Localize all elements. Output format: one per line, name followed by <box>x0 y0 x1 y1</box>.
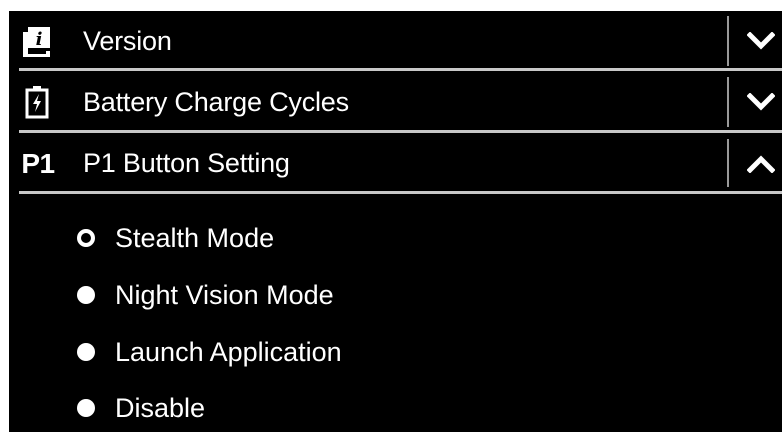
version-info-icon: i <box>19 23 55 59</box>
option-label: Stealth Mode <box>115 222 275 253</box>
battery-charge-icon <box>19 84 55 120</box>
radio-unselected[interactable] <box>77 343 95 361</box>
option-label: Disable <box>115 392 206 423</box>
section-version-label: Version <box>83 25 172 56</box>
radio-unselected[interactable] <box>77 399 95 417</box>
option-label: Night Vision Mode <box>115 279 334 310</box>
p1-badge-icon: P1 <box>21 147 55 179</box>
radio-selected[interactable] <box>77 229 95 247</box>
divider <box>727 16 729 66</box>
svg-text:i: i <box>36 29 43 50</box>
chevron-down-icon[interactable] <box>746 87 776 117</box>
option-label: Launch Application <box>115 336 342 367</box>
chevron-up-icon[interactable] <box>746 149 776 179</box>
section-p1-label: P1 Button Setting <box>83 148 290 178</box>
settings-panel: i Version Battery Charge Cycles P1 P1 Bu… <box>9 11 782 432</box>
divider <box>727 77 729 127</box>
chevron-down-icon[interactable] <box>746 26 776 56</box>
section-battery-label: Battery Charge Cycles <box>83 86 349 117</box>
section-p1-button-setting[interactable]: P1 P1 Button Setting <box>9 133 782 194</box>
divider <box>727 139 729 187</box>
radio-unselected[interactable] <box>77 286 95 304</box>
section-battery-charge-cycles[interactable]: Battery Charge Cycles <box>9 71 782 133</box>
section-version[interactable]: i Version <box>9 11 782 71</box>
row-separator <box>19 191 782 194</box>
